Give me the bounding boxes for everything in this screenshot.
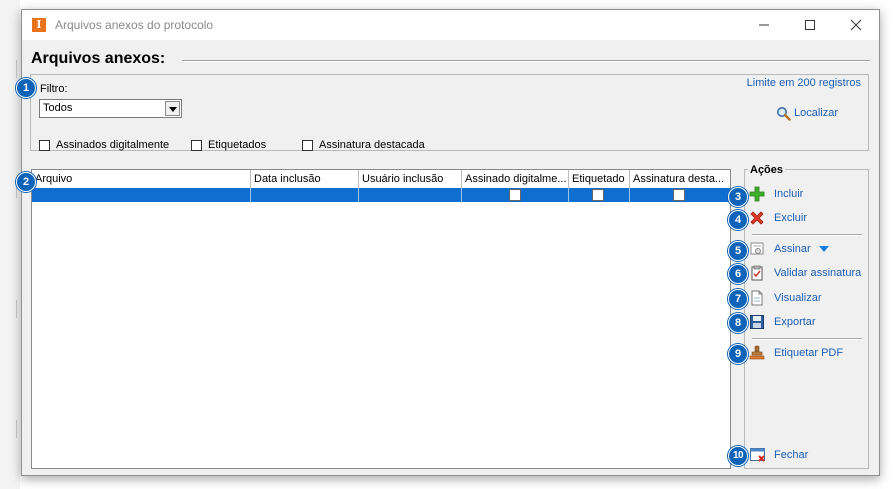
- callout-badge-9: 9: [728, 344, 748, 364]
- checkbox-label: Assinatura destacada: [319, 139, 425, 151]
- add-label: Incluir: [774, 188, 804, 200]
- title-bar[interactable]: I Arquivos anexos do protocolo: [22, 10, 879, 40]
- checkbox-label: Etiquetados: [208, 139, 267, 151]
- attachments-table[interactable]: Arquivo Data inclusão Usuário inclusão A…: [31, 169, 731, 469]
- checkbox-box[interactable]: [302, 140, 313, 151]
- callout-badge-8: 8: [728, 313, 748, 333]
- record-limit-text: Limite em 200 registros: [746, 77, 861, 89]
- validate-signature-label: Validar assinatura: [774, 267, 862, 279]
- filter-select[interactable]: Todos: [39, 99, 182, 118]
- app-icon: I: [32, 18, 46, 32]
- table-header: Arquivo Data inclusão Usuário inclusão A…: [32, 170, 730, 189]
- column-header-assinado[interactable]: Assinado digitalme...: [462, 170, 569, 188]
- actions-divider: [752, 234, 862, 236]
- maximize-icon: [805, 20, 815, 30]
- background-mark: [16, 60, 17, 78]
- plus-icon: [749, 186, 765, 202]
- cell-etiquetado: [569, 188, 630, 202]
- cell-assinatura-destacada: [630, 188, 730, 202]
- sign-label: Assinar: [774, 243, 811, 255]
- sign-certificate-icon: [750, 242, 764, 255]
- callout-badge-6: 6: [728, 264, 748, 284]
- close-dialog-label: Fechar: [774, 449, 809, 461]
- maximize-button[interactable]: [787, 10, 833, 40]
- delete-label: Excluir: [774, 212, 808, 224]
- checkbox-cell[interactable]: [509, 189, 521, 201]
- column-header-usuario-inclusao[interactable]: Usuário inclusão: [359, 170, 462, 188]
- checkbox-box[interactable]: [39, 140, 50, 151]
- cell-arquivo: [32, 188, 251, 202]
- chevron-down-icon[interactable]: [165, 101, 180, 116]
- column-header-assinatura-destacada[interactable]: Assinatura desta...: [630, 170, 730, 188]
- column-header-etiquetado[interactable]: Etiquetado: [569, 170, 630, 188]
- close-button[interactable]: [833, 10, 879, 40]
- background-mark: [16, 420, 17, 438]
- checkbox-cell[interactable]: [592, 189, 604, 201]
- minimize-icon: [759, 24, 769, 26]
- callout-badge-1: 1: [16, 78, 36, 98]
- label-pdf-label: Etiquetar PDF: [774, 347, 844, 359]
- column-header-data-inclusao[interactable]: Data inclusão: [251, 170, 359, 188]
- background-strip: [0, 0, 20, 489]
- callout-badge-3: 3: [728, 187, 748, 207]
- search-icon: [777, 107, 791, 121]
- callout-badge-10: 10: [728, 446, 748, 466]
- floppy-disk-icon: [750, 315, 764, 329]
- locate-label: Localizar: [794, 107, 839, 119]
- document-icon: [751, 290, 763, 306]
- callout-badge-5: 5: [728, 241, 748, 261]
- window-title: Arquivos anexos do protocolo: [55, 18, 214, 32]
- close-icon: [850, 19, 862, 31]
- cell-assinado: [462, 188, 569, 202]
- actions-divider: [752, 338, 862, 340]
- validate-checklist-icon: [751, 265, 763, 281]
- callout-badge-4: 4: [728, 210, 748, 230]
- column-header-arquivo[interactable]: Arquivo: [32, 170, 251, 188]
- cell-data: [251, 188, 359, 202]
- table-row[interactable]: [32, 188, 730, 202]
- actions-title: Ações: [748, 164, 786, 176]
- checkbox-box[interactable]: [191, 140, 202, 151]
- delete-x-icon: [750, 211, 764, 225]
- view-label: Visualizar: [774, 292, 822, 304]
- stamp-icon: [749, 345, 765, 360]
- filter-selected-value: Todos: [43, 102, 73, 114]
- export-label: Exportar: [774, 316, 816, 328]
- close-window-icon: [750, 448, 765, 462]
- callout-badge-2: 2: [16, 172, 36, 192]
- cell-usuario: [359, 188, 462, 202]
- heading-divider: [182, 60, 870, 62]
- checkbox-cell[interactable]: [673, 189, 685, 201]
- minimize-button[interactable]: [741, 10, 787, 40]
- caret-down-icon[interactable]: [819, 246, 829, 253]
- checkbox-label: Assinados digitalmente: [56, 139, 170, 151]
- attachments-dialog: I Arquivos anexos do protocolo Arquivos …: [16, 9, 880, 476]
- background-mark: [16, 300, 17, 318]
- filter-label: Filtro:: [40, 83, 68, 95]
- callout-badge-7: 7: [728, 289, 748, 309]
- section-heading: Arquivos anexos:: [31, 50, 166, 67]
